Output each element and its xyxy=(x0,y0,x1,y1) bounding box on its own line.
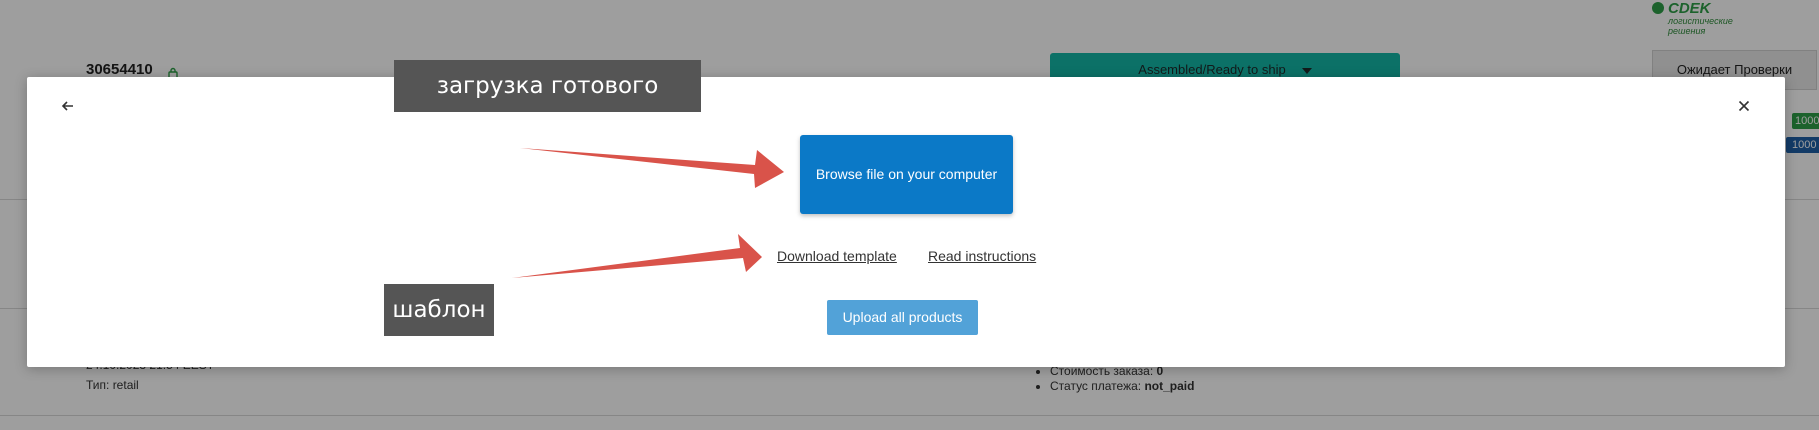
arrow-to-download-template xyxy=(512,234,762,278)
upload-callout: загрузка готового заказа xyxy=(394,60,701,151)
annotation-arrows xyxy=(512,148,784,278)
template-callout: шаблон xyxy=(384,284,494,336)
